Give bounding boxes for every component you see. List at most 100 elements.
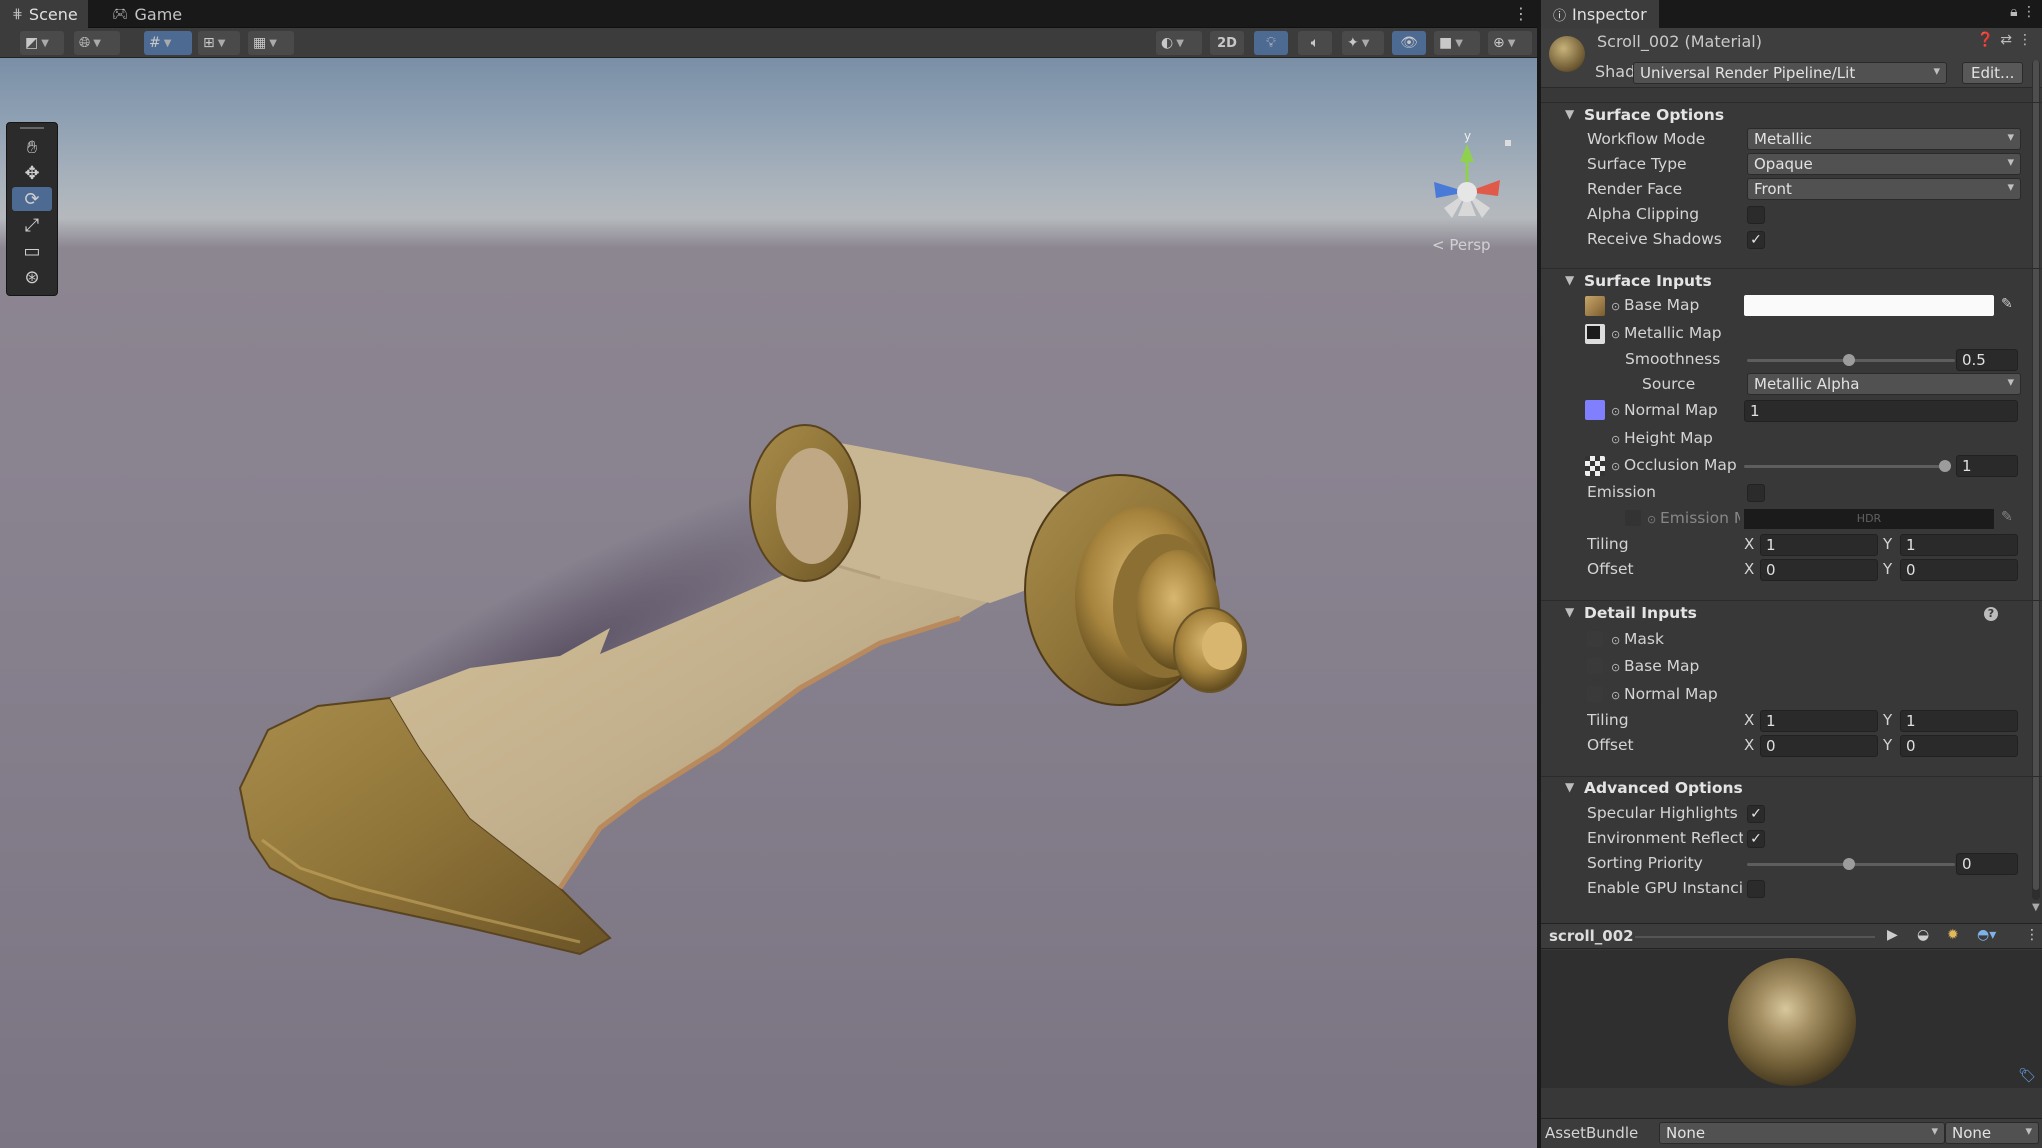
offset-y-field[interactable]: 0 [1900, 559, 2018, 581]
section-detail-inputs[interactable]: ▼ Detail Inputs ? [1541, 601, 2042, 627]
emission-map-texture-slot[interactable] [1625, 510, 1641, 526]
environment-reflections-row: Environment Reflectio ✓ [1541, 827, 2042, 851]
projection-toggle[interactable]: < Persp [1432, 236, 1491, 254]
toggle-2d-button[interactable]: 2D [1210, 31, 1244, 55]
shading-mode-button[interactable]: ◐ ▼ [1156, 31, 1202, 55]
texture-picker-icon[interactable]: ⊙ [1611, 460, 1620, 473]
camera-settings-button[interactable]: ■ ▼ [1434, 31, 1480, 55]
tiling-x-field[interactable]: 1 [1760, 534, 1878, 556]
alpha-clipping-checkbox[interactable] [1747, 206, 1765, 224]
hand-tool-icon[interactable]: ✋︎ [12, 135, 52, 159]
detail-tiling-label: Tiling [1587, 711, 1629, 729]
global-local-button[interactable]: 🌐︎ ▼ [74, 31, 120, 55]
scroll-model-render [238, 424, 1247, 956]
transform-tool-icon[interactable]: ⊛ [12, 265, 52, 289]
gizmos-button[interactable]: ⊕ ▼ [1488, 31, 1532, 55]
texture-picker-icon[interactable]: ⊙ [1647, 513, 1656, 526]
tab-game[interactable]: 🎮︎ Game [100, 0, 190, 28]
scale-tool-icon[interactable]: ⤢ [12, 213, 52, 237]
section-surface-inputs[interactable]: ▼ Surface Inputs [1541, 269, 2042, 295]
texture-picker-icon[interactable]: ⊙ [1611, 634, 1620, 647]
normal-map-scale-field[interactable]: 1 [1744, 400, 2018, 422]
chevron-down-icon: ▼ [163, 37, 172, 49]
more-options-icon[interactable]: ⋮ [1513, 4, 1529, 23]
header-actions-icon[interactable]: ❓⇄⋮ [1977, 32, 2038, 48]
detail-offset-x-field[interactable]: 0 [1760, 735, 1878, 757]
metallic-map-texture-slot[interactable] [1585, 324, 1605, 344]
texture-picker-icon[interactable]: ⊙ [1611, 661, 1620, 674]
texture-picker-icon[interactable]: ⊙ [1611, 300, 1620, 313]
rect-tool-icon[interactable]: ▭ [12, 239, 52, 263]
receive-shadows-checkbox[interactable]: ✓ [1747, 231, 1765, 249]
tiling-x-label: X [1744, 535, 1755, 553]
section-advanced-options[interactable]: ▼ Advanced Options [1541, 776, 2042, 802]
texture-picker-icon[interactable]: ⊙ [1611, 689, 1620, 702]
source-dropdown[interactable]: Metallic Alpha [1747, 373, 2021, 395]
sorting-priority-value-field[interactable]: 0 [1956, 853, 2018, 875]
tab-inspector[interactable]: ⓘ Inspector [1541, 0, 1659, 28]
tag-icon[interactable]: 🏷︎ [2018, 1068, 2036, 1084]
base-map-texture-slot[interactable] [1585, 296, 1605, 316]
preview-drag-bar[interactable] [1635, 936, 1875, 938]
play-icon[interactable]: ▶ [1887, 927, 1898, 943]
texture-picker-icon[interactable]: ⊙ [1611, 328, 1620, 341]
chevron-down-icon: ▼ [93, 37, 101, 49]
surface-type-dropdown[interactable]: Opaque [1747, 153, 2021, 175]
eyedropper-icon[interactable]: ✎ [2001, 509, 2013, 525]
texture-picker-icon[interactable]: ⊙ [1611, 405, 1620, 418]
detail-tiling-x-field[interactable]: 1 [1760, 710, 1878, 732]
section-surface-options[interactable]: ▼ Surface Options [1541, 103, 2042, 129]
audio-toggle-button[interactable]: 🔈︎ [1298, 31, 1332, 55]
detail-tiling-y-field[interactable]: 1 [1900, 710, 2018, 732]
move-tool-icon[interactable]: ✥ [12, 161, 52, 185]
base-map-color-field[interactable] [1744, 295, 1994, 316]
detail-base-map-texture-slot[interactable] [1587, 658, 1603, 674]
offset-x-field[interactable]: 0 [1760, 559, 1878, 581]
gpu-instancing-checkbox[interactable] [1747, 880, 1765, 898]
draw-mode-button[interactable]: ◩ ▼ [20, 31, 64, 55]
drag-handle[interactable] [20, 127, 44, 131]
environment-reflections-checkbox[interactable]: ✓ [1747, 830, 1765, 848]
occlusion-map-texture-slot[interactable] [1585, 456, 1605, 476]
edit-shader-button[interactable]: Edit... [1962, 62, 2024, 84]
preview-shape-icon[interactable]: ◒ [1917, 927, 1929, 943]
specular-highlights-checkbox[interactable]: ✓ [1747, 805, 1765, 823]
detail-mask-texture-slot[interactable] [1587, 631, 1603, 647]
lock-icon[interactable]: 🔒︎ ⋮ [2010, 4, 2036, 20]
preview-sphere-icon[interactable]: ◓▾ [1977, 927, 1996, 943]
scene-viewport[interactable]: ✋︎ ✥ ⟳ ⤢ ▭ ⊛ y < Persp [0, 58, 1537, 1148]
detail-normal-map-row: ⊙ Normal Map [1541, 683, 2042, 707]
workflow-mode-dropdown[interactable]: Metallic [1747, 128, 2021, 150]
smoothness-slider-knob[interactable] [1843, 354, 1855, 366]
rotate-tool-icon[interactable]: ⟳ [12, 187, 52, 211]
detail-offset-y-field[interactable]: 0 [1900, 735, 2018, 757]
emission-color-field[interactable]: HDR [1744, 509, 1994, 529]
texture-picker-icon[interactable]: ⊙ [1611, 433, 1620, 446]
scroll-down-icon[interactable]: ▼ [2032, 902, 2040, 913]
lighting-toggle-button[interactable]: 💡︎ [1254, 31, 1288, 55]
more-options-icon[interactable]: ⋮ [2025, 927, 2039, 943]
smoothness-value-field[interactable]: 0.5 [1956, 349, 2018, 371]
render-face-dropdown[interactable]: Front [1747, 178, 2021, 200]
detail-normal-map-texture-slot[interactable] [1587, 686, 1603, 702]
occlusion-value-field[interactable]: 1 [1956, 455, 2018, 477]
emission-checkbox[interactable] [1747, 484, 1765, 502]
grid-visibility-button[interactable]: ▦ ▼ [248, 31, 294, 55]
preview-light-icon[interactable]: ✹ [1947, 927, 1959, 943]
assetbundle-name-dropdown[interactable]: None [1659, 1122, 1945, 1144]
assetbundle-variant-dropdown[interactable]: None [1945, 1122, 2039, 1144]
occlusion-slider-knob[interactable] [1939, 460, 1951, 472]
material-preview[interactable]: 🏷︎ [1541, 950, 2042, 1088]
tiling-y-field[interactable]: 1 [1900, 534, 2018, 556]
shader-dropdown[interactable]: Universal Render Pipeline/Lit [1633, 62, 1947, 84]
normal-map-texture-slot[interactable] [1585, 400, 1605, 420]
tab-scene[interactable]: ⋕ Scene [0, 0, 88, 28]
grid-snap-button[interactable]: # ▼ [144, 31, 192, 55]
increment-snap-button[interactable]: ⊞ ▼ [198, 31, 240, 55]
sorting-priority-slider-knob[interactable] [1843, 858, 1855, 870]
help-icon[interactable]: ? [1984, 607, 1998, 621]
eyedropper-icon[interactable]: ✎ [2001, 296, 2013, 312]
effects-button[interactable]: ✦ ▼ [1342, 31, 1384, 55]
scene-visibility-button[interactable]: 👁︎ [1392, 31, 1426, 55]
occlusion-slider[interactable] [1744, 465, 1950, 468]
